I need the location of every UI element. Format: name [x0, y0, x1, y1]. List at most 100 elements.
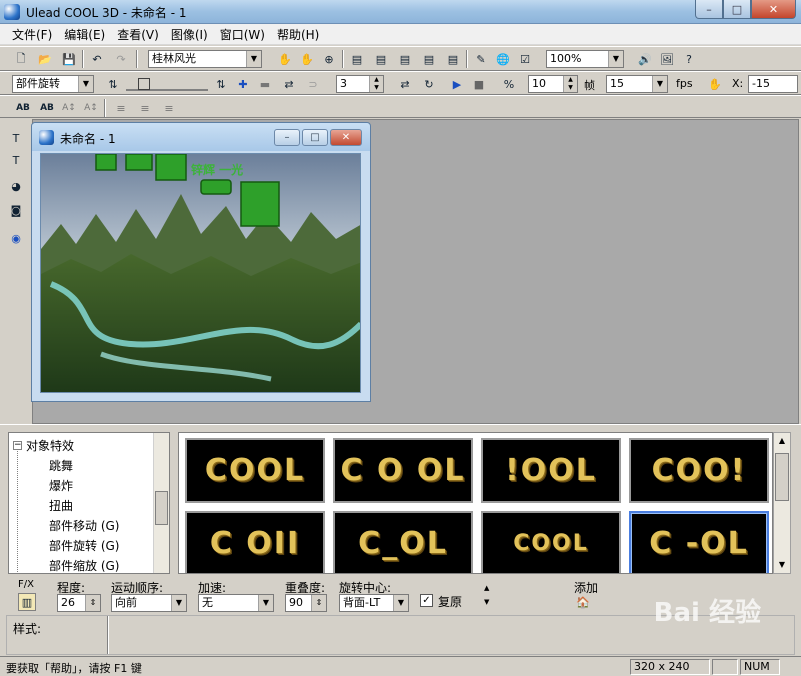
edit-text-icon[interactable]: T — [7, 151, 25, 169]
restore-checkbox[interactable]: ✓ — [420, 594, 433, 607]
save-icon[interactable]: 💾 — [60, 50, 78, 68]
thumbnail-6[interactable]: C_OL — [333, 511, 473, 573]
play-icon[interactable]: ▶ — [448, 75, 466, 93]
globe-icon[interactable]: 🌐 — [494, 50, 512, 68]
layer-group-icon[interactable]: ▤ — [444, 50, 462, 68]
object-manager-icon[interactable]: ◉ — [7, 229, 25, 247]
tree-scrollbar[interactable] — [153, 433, 169, 573]
menu-view[interactable]: 查看(V) — [111, 26, 165, 43]
current-frame-spinner[interactable]: 3 ▲ ▼ — [336, 75, 384, 93]
doc-close-button[interactable]: ✕ — [330, 129, 362, 146]
text-italic-icon[interactable]: AB — [38, 99, 56, 117]
thumbnails-scrollbar[interactable]: ▲ ▼ — [773, 432, 791, 574]
document-title-bar[interactable]: 未命名 - 1 – □ ✕ — [32, 123, 370, 151]
thumbnail-5[interactable]: C OII — [185, 511, 325, 573]
total-frames-spinner[interactable]: 10 ▲ ▼ — [528, 75, 578, 93]
x-value-field[interactable]: -15 — [748, 75, 798, 93]
layer-back-icon[interactable]: ▤ — [372, 50, 390, 68]
stop-icon[interactable]: ■ — [470, 75, 488, 93]
tree-root-object-effects[interactable]: − 对象特效 — [13, 437, 74, 454]
hand-move-icon[interactable]: ✋ — [276, 50, 294, 68]
menu-file[interactable]: 文件(F) — [6, 26, 58, 43]
thumbnail-2[interactable]: C O OL — [333, 438, 473, 503]
fps-label: fps — [676, 77, 693, 90]
rotate-hand-icon[interactable]: ✋ — [298, 50, 316, 68]
menu-window[interactable]: 窗口(W) — [214, 26, 271, 43]
fx-toggle-icon[interactable]: ▥ — [18, 593, 36, 611]
add-key-icon[interactable]: ✚ — [234, 75, 252, 93]
text-bold-icon[interactable]: AB — [14, 99, 32, 117]
key-next-icon[interactable]: ⇅ — [212, 75, 230, 93]
paint-icon[interactable]: ✎ — [472, 50, 490, 68]
position-hand-icon[interactable]: ✋ — [706, 75, 724, 93]
tree-item-part-move[interactable]: 部件移动 (G) — [47, 517, 121, 534]
tree-item-explode[interactable]: 爆炸 — [47, 477, 75, 494]
rotation-center-combo[interactable]: 背面-LT ▼ — [339, 594, 409, 612]
acceleration-combo[interactable]: 无 ▼ — [198, 594, 274, 612]
loop-icon[interactable]: ↻ — [420, 75, 438, 93]
layer-down-icon[interactable]: ▤ — [420, 50, 438, 68]
menu-edit[interactable]: 编辑(E) — [58, 26, 111, 43]
status-num-lock: NUM — [740, 659, 780, 675]
maximize-button[interactable]: □ — [723, 0, 751, 19]
x-label: X: — [732, 77, 744, 90]
timeline-slider-knob[interactable] — [138, 78, 150, 90]
tree-item-twist[interactable]: 扭曲 — [47, 497, 75, 514]
edit-chart-icon[interactable]: ☑ — [516, 50, 534, 68]
degree-spinner[interactable]: 26 ⇕ — [57, 594, 101, 612]
tree-item-part-rotate[interactable]: 部件旋转 (G) — [47, 537, 121, 554]
thumbnail-3[interactable]: !OOL — [481, 438, 621, 503]
tree-item-part-scale[interactable]: 部件缩放 (G) — [47, 557, 121, 573]
redo-icon[interactable]: ↷ — [112, 50, 130, 68]
layer-front-icon[interactable]: ▤ — [348, 50, 366, 68]
menu-help[interactable]: 帮助(H) — [271, 26, 325, 43]
reverse-key-icon[interactable]: ⇄ — [280, 75, 298, 93]
swap-icon[interactable]: ⇄ — [396, 75, 414, 93]
undo-icon[interactable]: ↶ — [88, 50, 106, 68]
thumbnail-1[interactable]: COOL — [185, 438, 325, 503]
align-left-icon[interactable]: ≡ — [112, 99, 130, 117]
align-center-icon[interactable]: ≡ — [136, 99, 154, 117]
zoom-combo[interactable]: 100% ▼ — [546, 50, 624, 68]
status-blank — [712, 659, 738, 675]
motion-order-combo[interactable]: 向前 ▼ — [111, 594, 187, 612]
fps-combo[interactable]: 15 ▼ — [606, 75, 668, 93]
text-toolbar: AB AB A↕ A↕ ≡ ≡ ≡ — [0, 95, 801, 118]
layer-up-icon[interactable]: ▤ — [396, 50, 414, 68]
sound-icon[interactable]: 🔊 — [636, 50, 654, 68]
loop-key-icon[interactable]: ⊃ — [304, 75, 322, 93]
doc-maximize-button[interactable]: □ — [302, 129, 328, 146]
percent-icon[interactable]: % — [500, 75, 518, 93]
overlap-spinner[interactable]: 90 ⇕ — [285, 594, 327, 612]
effect-part-combo[interactable]: 部件旋转 ▼ — [12, 75, 94, 93]
remove-key-icon[interactable]: ▬ — [256, 75, 274, 93]
open-folder-icon[interactable]: 📂 — [36, 50, 54, 68]
export-icon[interactable]: 🖼 — [658, 50, 676, 68]
menu-image[interactable]: 图像(I) — [165, 26, 214, 43]
key-prev-icon[interactable]: ⇅ — [104, 75, 122, 93]
doc-minimize-button[interactable]: – — [274, 129, 300, 146]
timeline-slider[interactable] — [126, 77, 208, 91]
thumbnail-4[interactable]: COO! — [629, 438, 769, 503]
tree-item-dance[interactable]: 跳舞 — [47, 457, 75, 474]
thumbnail-8-selected[interactable]: C -OL — [629, 511, 769, 573]
minimize-button[interactable]: – — [695, 0, 723, 19]
close-button[interactable]: ✕ — [751, 0, 796, 19]
style-label: 样式: — [13, 622, 42, 636]
effects-tree[interactable]: − 对象特效 跳舞 爆炸 扭曲 部件移动 (G) 部件旋转 (G) 部件缩放 (G… — [8, 432, 170, 574]
render-canvas[interactable]: 锌辉 一光 — [40, 153, 361, 393]
insert-text-icon[interactable]: T — [7, 129, 25, 147]
text-leading-icon[interactable]: A↕ — [82, 99, 100, 117]
add-to-style-icon[interactable]: 🏠 — [574, 593, 592, 611]
props-scroll-arrows[interactable]: ▲ ▼ — [484, 581, 489, 609]
zoom-object-icon[interactable]: ⊕ — [320, 50, 338, 68]
background-preset-combo[interactable]: 桂林风光 ▼ — [148, 50, 262, 68]
text-spacing-icon[interactable]: A↕ — [60, 99, 78, 117]
align-right-icon[interactable]: ≡ — [160, 99, 178, 117]
edit-graphic-icon[interactable]: ◙ — [7, 201, 25, 219]
new-file-icon[interactable]: 🗋 — [12, 50, 30, 68]
context-help-icon[interactable]: ? — [680, 50, 698, 68]
insert-graphic-icon[interactable]: ◕ — [7, 177, 25, 195]
fx-label: F/X — [18, 579, 34, 590]
thumbnail-7[interactable]: COOL — [481, 511, 621, 573]
